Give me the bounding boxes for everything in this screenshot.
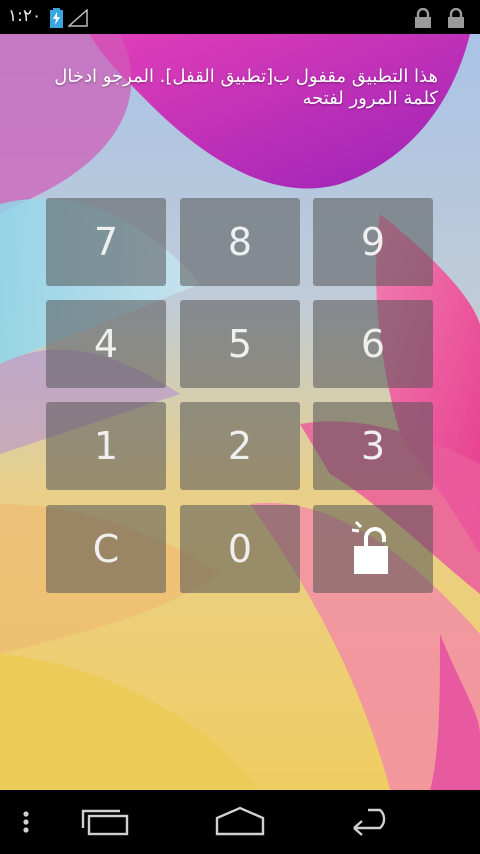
key-4[interactable]: 4 [46, 300, 166, 388]
key-5[interactable]: 5 [180, 300, 300, 388]
status-time: ١:٢٠ [8, 6, 42, 26]
key-7[interactable]: 7 [46, 198, 166, 286]
lock-icon [448, 8, 464, 28]
navigation-bar [0, 790, 480, 854]
key-clear[interactable]: C [46, 505, 166, 593]
menu-dots-icon[interactable] [22, 810, 30, 834]
key-3[interactable]: 3 [313, 402, 433, 490]
signal-icon [68, 9, 88, 27]
status-bar: ١:٢٠ [0, 0, 480, 34]
unlock-icon [351, 520, 388, 574]
key-8[interactable]: 8 [180, 198, 300, 286]
key-2[interactable]: 2 [180, 402, 300, 490]
key-6[interactable]: 6 [313, 300, 433, 388]
lock-message: هذا التطبيق مقفول ب[تطبيق القفل]. المرجو… [54, 66, 438, 109]
key-9[interactable]: 9 [313, 198, 433, 286]
key-1[interactable]: 1 [46, 402, 166, 490]
key-0[interactable]: 0 [180, 505, 300, 593]
battery-charging-icon [50, 8, 63, 28]
back-icon[interactable] [350, 808, 398, 838]
home-icon[interactable] [214, 806, 266, 836]
lock-icon [415, 8, 431, 28]
unlock-button[interactable] [313, 505, 433, 593]
recent-apps-icon[interactable] [80, 808, 130, 836]
